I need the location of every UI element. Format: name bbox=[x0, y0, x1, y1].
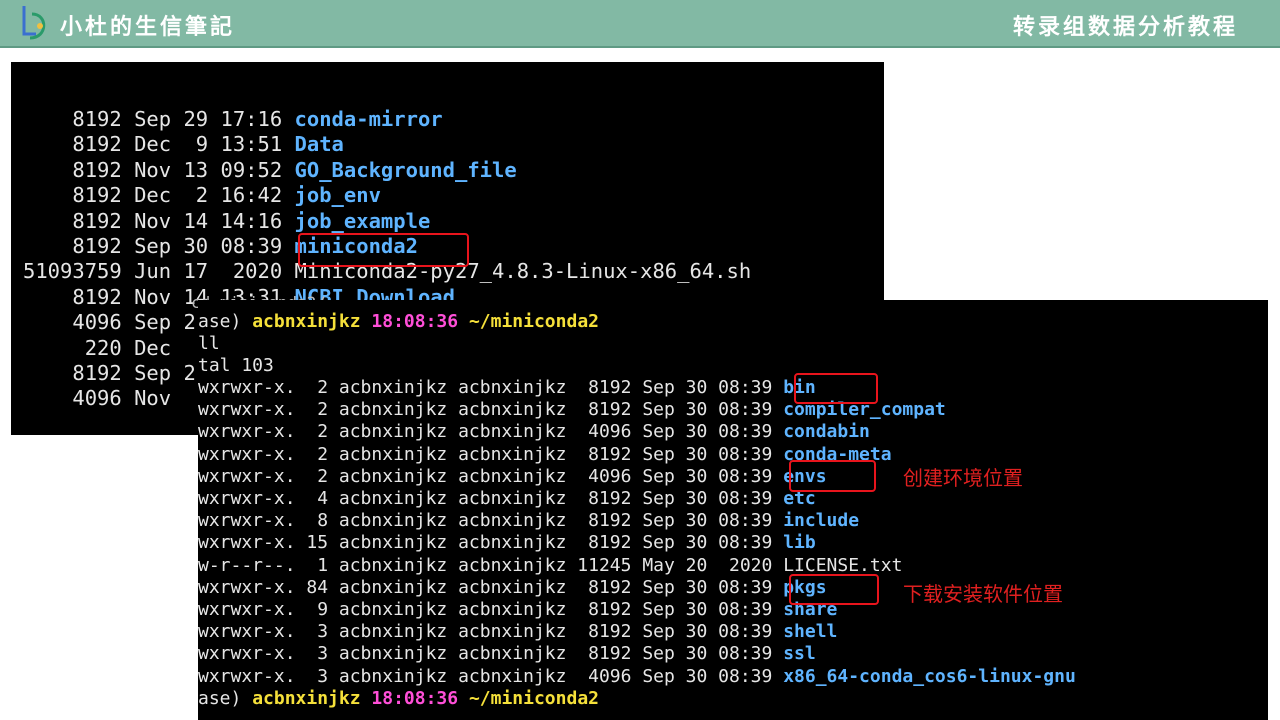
env-prefix: ase) bbox=[198, 688, 253, 709]
listing-row: wxrwxr-x. 3 acbnxinjkz acbnxinjkz 4096 S… bbox=[198, 666, 1076, 688]
env-prefix: ase) bbox=[198, 311, 253, 332]
shell-prompt: ase) acbnxinjkz 18:08:36 ~/miniconda2 bbox=[198, 311, 599, 333]
listing-row: wxrwxr-x. 15 acbnxinjkz acbnxinjkz 8192 … bbox=[198, 532, 816, 554]
row-meta: 8192 Dec 2 16:42 bbox=[23, 183, 295, 207]
listing-row: wxrwxr-x. 3 acbnxinjkz acbnxinjkz 8192 S… bbox=[198, 643, 816, 665]
prompt-user: acbnxinjkz bbox=[252, 311, 361, 332]
row-meta: wxrwxr-x. 4 acbnxinjkz acbnxinjkz 8192 S… bbox=[198, 488, 784, 509]
row-meta: wxrwxr-x. 2 acbnxinjkz acbnxinjkz 8192 S… bbox=[198, 444, 784, 465]
terminal-row: 4096 Nov bbox=[23, 386, 171, 411]
prompt-time: 18:08:36 bbox=[371, 311, 459, 332]
row-meta: wxrwxr-x. 2 acbnxinjkz acbnxinjkz 4096 S… bbox=[198, 421, 784, 442]
directory-name: lib bbox=[783, 532, 816, 553]
terminal-row: 8192 Sep 29 17:16 conda-mirror bbox=[23, 107, 443, 132]
row-meta: 8192 Nov 13 09:52 bbox=[23, 158, 295, 182]
directory-name: ssl bbox=[783, 643, 816, 664]
listing-row: wxrwxr-x. 9 acbnxinjkz acbnxinjkz 8192 S… bbox=[198, 599, 837, 621]
prompt-user: acbnxinjkz bbox=[252, 688, 361, 709]
command-line: ll bbox=[198, 333, 220, 354]
tutorial-title: 转录组数据分析教程 bbox=[1012, 14, 1238, 40]
terminal-row: 8192 Dec 9 13:51 Data bbox=[23, 132, 344, 157]
row-meta: wxrwxr-x. 3 acbnxinjkz acbnxinjkz 4096 S… bbox=[198, 666, 784, 687]
directory-name: x86_64-conda_cos6-linux-gnu bbox=[783, 666, 1076, 687]
terminal-row: 4096 Sep 2 bbox=[23, 310, 196, 335]
row-meta: 220 Dec bbox=[23, 336, 172, 360]
pkgs-annotation: 下载安装软件位置 bbox=[903, 582, 1063, 606]
listing-row: wxrwxr-x. 3 acbnxinjkz acbnxinjkz 8192 S… bbox=[198, 621, 837, 643]
directory-name: condabin bbox=[783, 421, 870, 442]
directory-name: job_env bbox=[294, 183, 381, 207]
terminal-row: 8192 Nov 14 14:16 job_example bbox=[23, 209, 430, 234]
prompt-path: ~/miniconda2 bbox=[468, 688, 599, 709]
directory-name: include bbox=[783, 510, 860, 531]
highlight-miniconda2 bbox=[298, 233, 469, 267]
row-meta: wxrwxr-x. 3 acbnxinjkz acbnxinjkz 8192 S… bbox=[198, 643, 784, 664]
envs-annotation: 创建环境位置 bbox=[903, 466, 1023, 490]
prompt-time: 18:08:36 bbox=[371, 688, 459, 709]
terminal-row: 8192 Dec 2 16:42 job_env bbox=[23, 183, 381, 208]
row-meta: w-r--r--. 1 acbnxinjkz acbnxinjkz 11245 … bbox=[198, 555, 784, 576]
row-meta: 4096 Nov bbox=[23, 386, 172, 410]
row-meta: wxrwxr-x. 2 acbnxinjkz acbnxinjkz 8192 S… bbox=[198, 399, 784, 420]
blog-title: 小杜的生信筆記 bbox=[60, 14, 236, 40]
directory-name: shell bbox=[783, 621, 838, 642]
directory-name: job_example bbox=[294, 209, 431, 233]
row-meta: wxrwxr-x. 3 acbnxinjkz acbnxinjkz 8192 S… bbox=[198, 621, 784, 642]
listing-row: wxrwxr-x. 2 acbnxinjkz acbnxinjkz 8192 S… bbox=[198, 444, 892, 466]
highlight-envs bbox=[789, 460, 876, 492]
highlight-pkgs bbox=[789, 574, 879, 605]
logo-icon bbox=[22, 6, 46, 40]
row-meta: wxrwxr-x. 2 acbnxinjkz acbnxinjkz 4096 S… bbox=[198, 466, 784, 487]
row-meta: wxrwxr-x. 2 acbnxinjkz acbnxinjkz 8192 S… bbox=[198, 377, 784, 398]
listing-row: wxrwxr-x. 2 acbnxinjkz acbnxinjkz 4096 S… bbox=[198, 421, 870, 443]
header-banner: 小杜的生信筆記 转录组数据分析教程 bbox=[0, 0, 1280, 48]
row-meta: 8192 Sep 29 17:16 bbox=[23, 107, 295, 131]
terminal-row: 220 Dec bbox=[23, 336, 171, 361]
terminal-row: 8192 Sep 2 bbox=[23, 361, 196, 386]
row-meta: wxrwxr-x. 15 acbnxinjkz acbnxinjkz 8192 … bbox=[198, 532, 784, 553]
highlight-bin bbox=[794, 373, 878, 404]
listing-row: wxrwxr-x. 2 acbnxinjkz acbnxinjkz 4096 S… bbox=[198, 466, 827, 488]
directory-name: GO_Background_file bbox=[294, 158, 517, 182]
row-meta: 8192 Nov 14 14:16 bbox=[23, 209, 295, 233]
row-meta: 8192 Sep 30 08:39 bbox=[23, 234, 295, 258]
listing-row: wxrwxr-x. 4 acbnxinjkz acbnxinjkz 8192 S… bbox=[198, 488, 816, 510]
prompt-path: ~/miniconda2 bbox=[468, 311, 599, 332]
row-meta: 51093759 Jun 17 2020 bbox=[23, 259, 295, 283]
row-meta: 4096 Sep 2 bbox=[23, 310, 196, 334]
row-meta: wxrwxr-x. 8 acbnxinjkz acbnxinjkz 8192 S… bbox=[198, 510, 784, 531]
file-name: LICENSE.txt bbox=[783, 555, 903, 576]
directory-name: conda-mirror bbox=[294, 107, 443, 131]
row-meta: wxrwxr-x. 9 acbnxinjkz acbnxinjkz 8192 S… bbox=[198, 599, 784, 620]
total-line: tal 103 bbox=[198, 355, 274, 376]
terminal-miniconda-listing: ase) acbnxinjkz 18:08:36 ~/miniconda2 ll t… bbox=[198, 300, 1268, 720]
row-meta: 8192 Dec 9 13:51 bbox=[23, 132, 295, 156]
listing-row: wxrwxr-x. 8 acbnxinjkz acbnxinjkz 8192 S… bbox=[198, 510, 859, 532]
listing-row: wxrwxr-x. 84 acbnxinjkz acbnxinjkz 8192 … bbox=[198, 577, 827, 599]
row-meta: 8192 Sep 2 bbox=[23, 361, 196, 385]
terminal-row: 8192 Nov 13 09:52 GO_Background_file bbox=[23, 158, 517, 183]
shell-prompt: ase) acbnxinjkz 18:08:36 ~/miniconda2 bbox=[198, 688, 599, 710]
row-meta: wxrwxr-x. 84 acbnxinjkz acbnxinjkz 8192 … bbox=[198, 577, 784, 598]
listing-row: wxrwxr-x. 2 acbnxinjkz acbnxinjkz 8192 S… bbox=[198, 377, 816, 399]
directory-name: Data bbox=[294, 132, 344, 156]
